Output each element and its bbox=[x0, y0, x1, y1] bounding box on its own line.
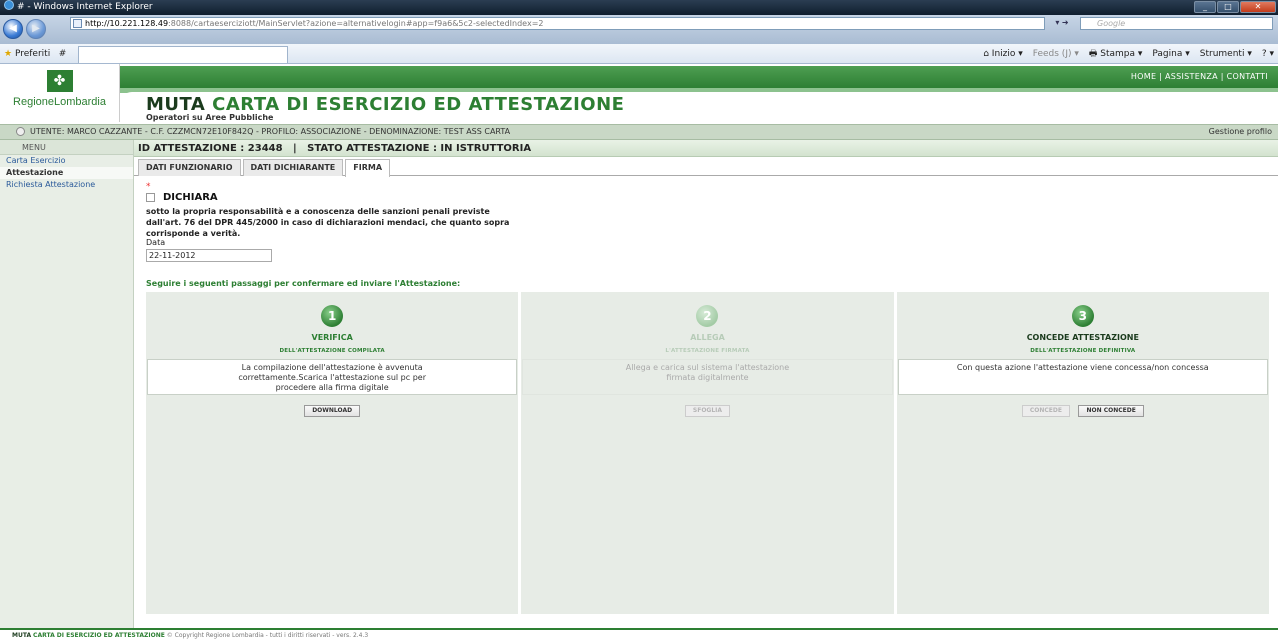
go-icon[interactable]: ▾ ➜ bbox=[1048, 17, 1076, 30]
dichiara-row: DICHIARA bbox=[146, 192, 218, 203]
footer-copyright: © Copyright Regione Lombardia - tutti i … bbox=[166, 632, 369, 639]
url-host: http://10.221.128.49 bbox=[85, 19, 169, 28]
step-allega: 2 ALLEGA L'ATTESTAZIONE FIRMATA Allega e… bbox=[521, 292, 894, 614]
tab-dati-dichiarante[interactable]: DATI DICHIARANTE bbox=[242, 159, 344, 176]
title-rest: CARTA DI ESERCIZIO ED ATTESTAZIONE bbox=[212, 94, 625, 115]
data-field[interactable]: 22-11-2012 bbox=[146, 249, 272, 262]
page-subtitle: Operatori su Aree Pubbliche bbox=[146, 113, 274, 122]
dichiara-label: DICHIARA bbox=[163, 192, 218, 203]
tools-label: Strumenti bbox=[1199, 49, 1245, 59]
address-toolbar: ◀ ▶ http://10.221.128.49:8088/cartaeserc… bbox=[0, 15, 1278, 44]
print-button[interactable]: 🖶 Stampa ▾ bbox=[1089, 44, 1143, 64]
step-2-icon: 2 bbox=[696, 305, 719, 327]
step-title: VERIFICA bbox=[311, 333, 353, 342]
help-icon[interactable]: ? ▾ bbox=[1262, 44, 1274, 64]
steps-container: 1 VERIFICA DELL'ATTESTAZIONE COMPILATA L… bbox=[146, 292, 1269, 614]
command-bar: ⌂ Inizio ▾ Feeds (J) ▾ 🖶 Stampa ▾ Pagina… bbox=[983, 44, 1274, 64]
tab-firma[interactable]: FIRMA bbox=[345, 159, 391, 177]
step-1-icon: 1 bbox=[321, 305, 344, 327]
user-bar: UTENTE: MARCO CAZZANTE - C.F. CZZMCN72E1… bbox=[0, 124, 1278, 140]
back-icon[interactable]: ◀ bbox=[3, 19, 23, 39]
step-description: La compilazione dell'attestazione è avve… bbox=[147, 359, 518, 395]
search-input[interactable]: Google bbox=[1080, 17, 1273, 30]
browser-title: # - Windows Internet Explorer bbox=[17, 2, 153, 12]
browser-title-bar: # - Windows Internet Explorer _ □ ✕ bbox=[0, 0, 1278, 15]
rosa-camuna-icon: ✤ bbox=[46, 70, 73, 92]
step-title: ALLEGA bbox=[690, 333, 725, 342]
dichiara-text: sotto la propria responsabilità e a cono… bbox=[146, 207, 510, 238]
step-subtitle: DELL'ATTESTAZIONE DEFINITIVA bbox=[1030, 348, 1136, 354]
profile-link[interactable]: Gestione profilo bbox=[1209, 125, 1272, 139]
main-content: ID ATTESTAZIONE : 23448 | STATO ATTESTAZ… bbox=[134, 140, 1278, 628]
url-input[interactable]: http://10.221.128.49:8088/cartaesercizio… bbox=[70, 17, 1045, 30]
sidebar: MENU Carta Esercizio Attestazione Richie… bbox=[0, 140, 134, 628]
data-label: Data bbox=[146, 238, 166, 247]
step-concede: 3 CONCEDE ATTESTAZIONE DELL'ATTESTAZIONE… bbox=[896, 292, 1269, 614]
page-icon bbox=[73, 19, 82, 28]
download-button[interactable]: DOWNLOAD bbox=[304, 405, 361, 417]
minimize-icon[interactable]: _ bbox=[1194, 1, 1216, 13]
page-button[interactable]: Pagina ▾ bbox=[1152, 44, 1189, 64]
tools-button[interactable]: Strumenti ▾ bbox=[1200, 44, 1252, 64]
ie-logo-icon bbox=[4, 0, 14, 10]
feeds-label: Feeds (J) bbox=[1032, 49, 1072, 59]
page-label: Pagina bbox=[1152, 49, 1183, 59]
attestation-id-bar: ID ATTESTAZIONE : 23448 | STATO ATTESTAZ… bbox=[134, 140, 1278, 157]
title-area: MUTA CARTA DI ESERCIZIO ED ATTESTAZIONE … bbox=[120, 92, 1278, 124]
sidebar-item-carta-esercizio[interactable]: Carta Esercizio bbox=[0, 155, 133, 167]
sfoglia-button[interactable]: SFOGLIA bbox=[684, 405, 731, 417]
dichiara-checkbox[interactable] bbox=[146, 193, 155, 202]
print-label: Stampa bbox=[1100, 49, 1135, 59]
concede-button[interactable]: CONCEDE bbox=[1021, 405, 1070, 417]
maximize-icon[interactable]: □ bbox=[1217, 1, 1239, 13]
tab-bar: DATI FUNZIONARIO DATI DICHIARANTE FIRMA bbox=[134, 159, 1278, 177]
sidebar-item-richiesta-attestazione[interactable]: Richiesta Attestazione bbox=[0, 179, 133, 191]
window-controls: _ □ ✕ bbox=[1194, 1, 1276, 13]
sidebar-item-attestazione[interactable]: Attestazione bbox=[0, 167, 133, 179]
home-label: Inizio bbox=[991, 49, 1016, 59]
step-3-icon: 3 bbox=[1071, 305, 1094, 327]
steps-heading: Seguire i seguenti passaggi per conferma… bbox=[146, 279, 461, 288]
footer-app-name: CARTA DI ESERCIZIO ED ATTESTAZIONE bbox=[33, 632, 165, 639]
user-icon bbox=[16, 127, 25, 136]
non-concede-button[interactable]: NON CONCEDE bbox=[1078, 405, 1144, 417]
title-muta: MUTA bbox=[146, 94, 206, 115]
step-subtitle: DELL'ATTESTAZIONE COMPILATA bbox=[279, 348, 385, 354]
browser-tab[interactable] bbox=[78, 46, 288, 63]
favorites-bar: ★ Preferiti # ⌂ Inizio ▾ Feeds (J) ▾ 🖶 S… bbox=[0, 44, 1278, 64]
site-header: HOME | ASSISTENZA | CONTATTI ✤ RegioneLo… bbox=[0, 64, 1278, 124]
url-path: :8088/cartaeserciziott/MainServlet?azion… bbox=[168, 19, 544, 28]
footer-muta: MUTA bbox=[12, 632, 32, 639]
favorites-button[interactable]: Preferiti bbox=[15, 49, 50, 59]
menu-heading: MENU bbox=[0, 140, 133, 155]
footer: MUTA CARTA DI ESERCIZIO ED ATTESTAZIONE … bbox=[0, 628, 1278, 641]
step-verifica: 1 VERIFICA DELL'ATTESTAZIONE COMPILATA L… bbox=[146, 292, 519, 614]
required-mark: * bbox=[146, 182, 151, 192]
feeds-button[interactable]: Feeds (J) ▾ bbox=[1033, 44, 1079, 64]
step-description: Con questa azione l'attestazione viene c… bbox=[897, 359, 1268, 395]
regione-logo[interactable]: ✤ RegioneLombardia bbox=[0, 64, 120, 122]
step-description: Allega e carica sul sistema l'attestazio… bbox=[522, 359, 893, 395]
step-title: CONCEDE ATTESTAZIONE bbox=[1026, 333, 1139, 342]
step-subtitle: L'ATTESTAZIONE FIRMATA bbox=[665, 348, 750, 354]
header-links[interactable]: HOME | ASSISTENZA | CONTATTI bbox=[1131, 72, 1268, 81]
forward-icon[interactable]: ▶ bbox=[26, 19, 46, 39]
close-icon[interactable]: ✕ bbox=[1240, 1, 1276, 13]
logo-text: RegioneLombardia bbox=[13, 96, 106, 108]
header-green-bar: HOME | ASSISTENZA | CONTATTI bbox=[0, 66, 1278, 93]
tab-page-label[interactable]: # bbox=[59, 49, 67, 59]
user-info: UTENTE: MARCO CAZZANTE - C.F. CZZMCN72E1… bbox=[30, 127, 511, 136]
favorites-star-icon[interactable]: ★ bbox=[4, 49, 12, 59]
home-button[interactable]: ⌂ Inizio ▾ bbox=[983, 44, 1023, 64]
search-placeholder: Google bbox=[1097, 19, 1126, 28]
tab-dati-funzionario[interactable]: DATI FUNZIONARIO bbox=[138, 159, 241, 176]
page-title: MUTA CARTA DI ESERCIZIO ED ATTESTAZIONE bbox=[146, 94, 624, 115]
